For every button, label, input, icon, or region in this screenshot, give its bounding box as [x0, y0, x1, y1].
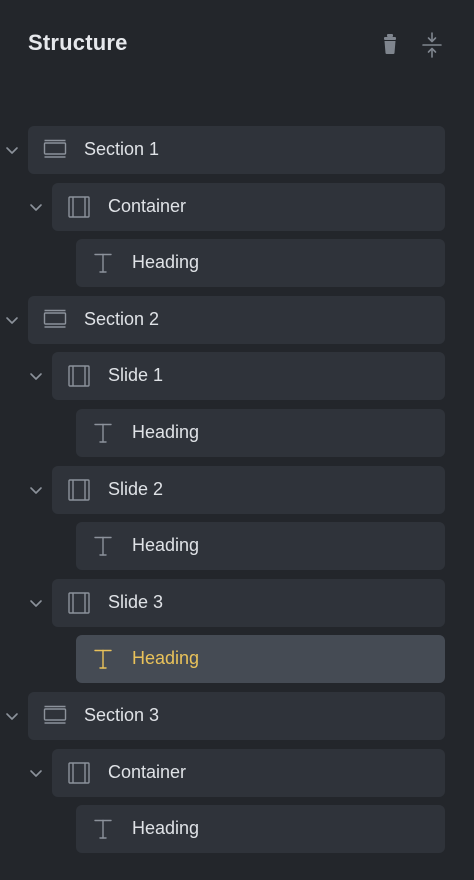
tree-node-container[interactable]: Slide 3: [0, 579, 445, 627]
tree-node-label: Slide 3: [108, 592, 164, 612]
heading-icon: [91, 817, 115, 841]
tree-node-section[interactable]: Section 3: [0, 692, 445, 740]
tree-node-heading[interactable]: Heading: [0, 522, 445, 570]
container-icon: [67, 591, 91, 615]
structure-header: Structure: [0, 0, 474, 92]
panel-title: Structure: [28, 30, 128, 55]
tree-node-label: Heading: [132, 535, 200, 555]
container-icon: [67, 478, 91, 502]
collapse-all-icon[interactable]: [421, 32, 443, 58]
chevron-down-icon[interactable]: [28, 765, 44, 781]
container-icon: [67, 761, 91, 785]
tree-node-label: Container: [108, 196, 187, 216]
section-icon: [43, 308, 67, 332]
tree-node-section[interactable]: Section 1: [0, 126, 445, 174]
chevron-down-icon[interactable]: [4, 312, 20, 328]
tree-node-label: Heading: [132, 648, 200, 668]
tree-node-label: Section 1: [84, 139, 160, 159]
tree-node-container[interactable]: Container: [0, 183, 445, 231]
tree-node-label: Heading: [132, 818, 200, 838]
tree-node-label: Slide 1: [108, 365, 164, 385]
heading-icon: [91, 251, 115, 275]
tree-node-section[interactable]: Section 2: [0, 296, 445, 344]
chevron-down-icon[interactable]: [28, 595, 44, 611]
section-icon: [43, 704, 67, 728]
chevron-down-icon[interactable]: [28, 368, 44, 384]
tree-node-label: Heading: [132, 422, 200, 442]
heading-icon: [91, 534, 115, 558]
tree-node-label: Section 3: [84, 705, 160, 725]
tree-node-heading[interactable]: Heading: [0, 409, 445, 457]
chevron-down-icon[interactable]: [28, 482, 44, 498]
chevron-down-icon[interactable]: [4, 708, 20, 724]
container-icon: [67, 364, 91, 388]
tree-node-container[interactable]: Slide 1: [0, 352, 445, 400]
tree-node-label: Section 2: [84, 309, 160, 329]
tree-node-heading[interactable]: Heading: [0, 635, 445, 683]
chevron-down-icon[interactable]: [28, 199, 44, 215]
heading-icon: [91, 647, 115, 671]
tree-node-container[interactable]: Slide 2: [0, 466, 445, 514]
tree-node-label: Heading: [132, 252, 200, 272]
tree-node-label: Container: [108, 762, 187, 782]
tree-node-heading[interactable]: Heading: [0, 239, 445, 287]
tree-node-label: Slide 2: [108, 479, 164, 499]
trash-icon[interactable]: [379, 32, 401, 58]
section-icon: [43, 138, 67, 162]
tree-node-container[interactable]: Container: [0, 749, 445, 797]
tree-node-heading[interactable]: Heading: [0, 805, 445, 853]
heading-icon: [91, 421, 115, 445]
chevron-down-icon[interactable]: [4, 142, 20, 158]
container-icon: [67, 195, 91, 219]
